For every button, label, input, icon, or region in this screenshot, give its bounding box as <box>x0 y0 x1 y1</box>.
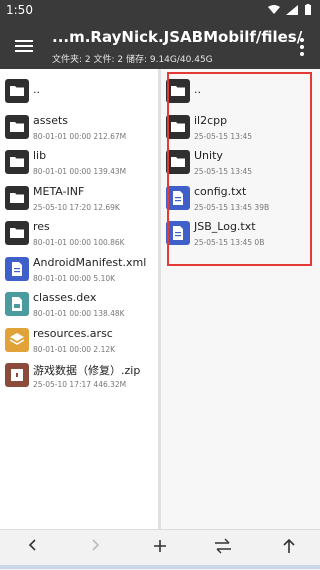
file-name: .. <box>33 83 40 96</box>
file-row[interactable]: resources.arsc 80-01-01 00:00 2.12K <box>0 324 158 359</box>
status-bar: 1:50 <box>0 0 320 22</box>
file-meta: 80-01-01 00:00 139.43M <box>33 167 127 176</box>
storage-summary: 文件夹: 2 文件: 2 储存: 9.14G/40.45G <box>52 55 213 65</box>
swap-panes-button[interactable] <box>210 538 236 560</box>
left-file-pane: .. assets 80-01-01 00:00 212.67M lib 80-01-0… <box>0 69 158 529</box>
path-title: ...m.RayNick.JSABMobilf/files/ <box>52 28 303 46</box>
file-row[interactable]: classes.dex 80-01-01 00:00 138.48K <box>0 288 158 323</box>
file-name: META-INF <box>33 184 85 198</box>
bottom-toolbar <box>0 529 320 570</box>
folder-icon <box>5 185 29 210</box>
file-row[interactable]: META-INF 25-05-10 17:20 12.69K <box>0 182 158 217</box>
back-button[interactable] <box>20 538 46 560</box>
file-row[interactable]: assets 80-01-01 00:00 212.67M <box>0 111 158 146</box>
file-meta: 80-01-01 00:00 212.67M <box>33 131 127 141</box>
more-vert-icon <box>300 38 304 56</box>
file-name: resources.arsc <box>33 326 113 340</box>
text-file-icon <box>5 256 29 281</box>
status-time: 1:50 <box>6 3 33 17</box>
hamburger-icon <box>15 40 33 52</box>
file-name: lib <box>33 149 47 162</box>
file-meta: 80-01-01 00:00 5.10K <box>33 273 116 283</box>
resources-file-icon <box>5 327 29 352</box>
folder-icon <box>5 150 29 174</box>
folder-icon <box>5 114 29 139</box>
file-name: assets <box>33 113 69 127</box>
swap-icon <box>215 538 231 554</box>
battery-icon <box>305 4 311 15</box>
folder-icon <box>5 79 29 103</box>
forward-button[interactable] <box>82 538 108 560</box>
file-row[interactable]: lib 80-01-01 00:00 139.43M <box>0 146 158 181</box>
more-options-button[interactable] <box>294 36 310 58</box>
file-name: res <box>33 220 50 233</box>
file-name: classes.dex <box>33 291 97 304</box>
plus-icon <box>154 540 166 552</box>
file-meta: 25-05-10 17:20 12.69K <box>33 202 120 212</box>
selection-highlight <box>167 72 312 266</box>
folder-icon <box>5 221 29 245</box>
app-bar: ...m.RayNick.JSABMobilf/files/ 文件夹: 2 文件… <box>0 22 320 69</box>
signal-icon <box>286 5 298 15</box>
file-meta: 80-01-01 00:00 100.86K <box>33 238 125 247</box>
back-arrow-icon <box>28 539 36 551</box>
system-nav-strip <box>0 565 320 569</box>
forward-arrow-icon <box>92 539 100 551</box>
up-arrow-icon <box>283 538 295 553</box>
file-meta: 80-01-01 00:00 138.48K <box>33 309 125 318</box>
file-name: AndroidManifest.xml <box>33 255 147 269</box>
file-row[interactable]: 游戏数据（修复）.zip 25-05-10 17:17 446.32M <box>0 359 158 394</box>
status-icons <box>268 4 312 16</box>
file-name: 游戏数据（修复）.zip <box>33 364 141 377</box>
file-row[interactable]: res 80-01-01 00:00 100.86K <box>0 217 158 252</box>
wifi-icon <box>268 5 280 14</box>
file-meta: 25-05-10 17:17 446.32M <box>33 380 127 389</box>
file-meta: 80-01-01 00:00 2.12K <box>33 344 116 354</box>
parent-dir-button[interactable] <box>276 538 302 560</box>
file-row[interactable]: .. <box>0 75 158 110</box>
menu-button[interactable] <box>12 34 36 58</box>
add-button[interactable] <box>147 538 173 560</box>
dex-file-icon <box>5 292 29 316</box>
archive-icon <box>5 363 29 387</box>
file-row[interactable]: AndroidManifest.xml 80-01-01 00:00 5.10K <box>0 253 158 288</box>
